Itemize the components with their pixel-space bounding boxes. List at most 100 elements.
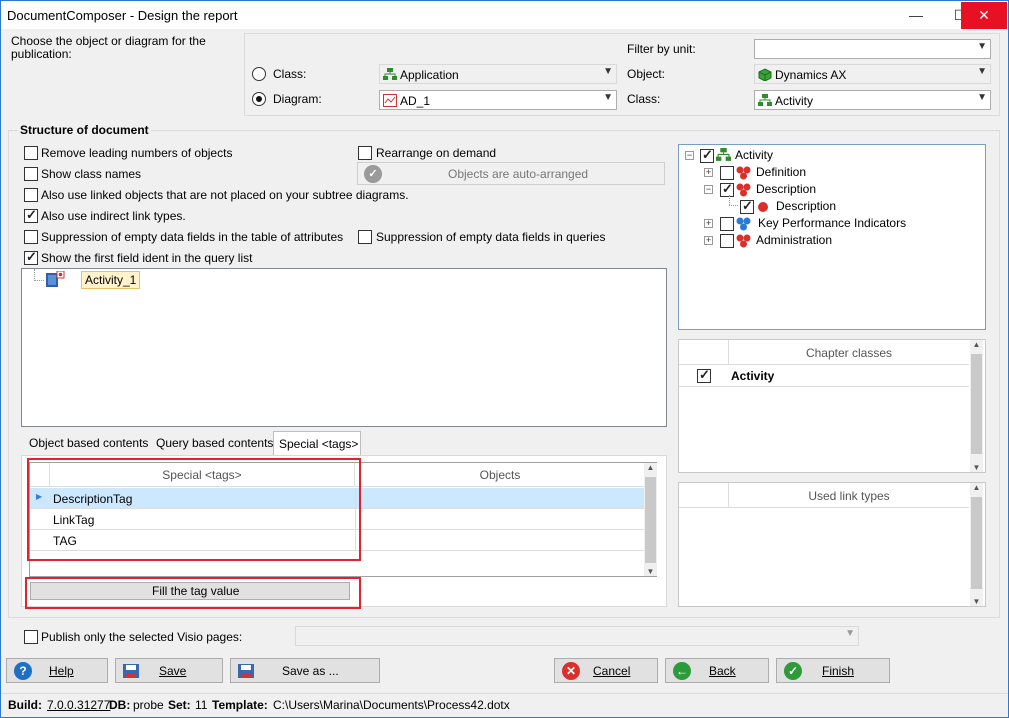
db-value: probe — [133, 698, 164, 712]
tree-node-label[interactable]: Activity — [735, 148, 773, 162]
suppress-queries-checkbox[interactable] — [358, 230, 372, 244]
option-show-class-names-checkbox[interactable] — [24, 167, 38, 181]
tab-object-based[interactable]: Object based contents — [29, 431, 148, 455]
expand-icon[interactable]: + — [704, 236, 713, 245]
class-radio-label: Class: — [273, 67, 307, 81]
class-tree-icon — [758, 94, 772, 106]
scroll-thumb[interactable] — [971, 354, 982, 454]
option-linked-objects-checkbox[interactable] — [24, 188, 38, 202]
highlight-box — [25, 577, 361, 609]
chevron-down-icon: ▼ — [977, 66, 987, 77]
template-label: Template: — [212, 698, 268, 712]
finish-button[interactable]: ✓ Finish — [776, 658, 890, 683]
back-button[interactable]: ← Back — [665, 658, 769, 683]
chapter-icon — [736, 166, 751, 180]
class2-combo[interactable]: Activity ▼ — [754, 90, 991, 110]
cancel-label: Cancel — [593, 664, 631, 678]
build-value[interactable]: 7.0.0.31277 — [47, 698, 110, 712]
chevron-down-icon: ▼ — [977, 41, 987, 52]
tree-checkbox[interactable] — [720, 166, 734, 180]
diagram-icon — [383, 94, 397, 107]
suppress-queries-label: Suppression of empty data fields in quer… — [376, 230, 606, 244]
header-used-link-types[interactable]: Used link types — [729, 483, 969, 508]
scroll-up-icon: ▲ — [646, 463, 655, 472]
auto-arranged-button[interactable]: ✓ Objects are auto-arranged — [357, 162, 665, 185]
document-icon — [46, 271, 65, 287]
option-label: Also use indirect link types. — [41, 209, 186, 223]
class-radio[interactable] — [252, 67, 266, 81]
tree-node-label[interactable]: Definition — [756, 165, 806, 179]
expand-icon[interactable]: + — [704, 168, 713, 177]
finish-label: Finish — [822, 664, 855, 678]
attribute-icon — [758, 202, 768, 212]
db-label: DB: — [109, 698, 131, 712]
scroll-down-icon: ▼ — [972, 597, 981, 606]
diagram-combo[interactable]: AD_1 ▼ — [379, 90, 617, 110]
tree-node-label[interactable]: Description — [776, 199, 836, 213]
tree-line — [729, 195, 730, 205]
tags-scrollbar[interactable]: ▲ ▼ — [644, 463, 657, 576]
save-as-button[interactable]: Save as ... — [230, 658, 380, 683]
cancel-button[interactable]: ✕ Cancel — [554, 658, 658, 683]
class-combo[interactable]: Application ▼ — [379, 64, 617, 84]
expand-icon[interactable]: + — [704, 219, 713, 228]
publish-selected-pages-checkbox[interactable] — [24, 630, 38, 644]
tree-checkbox[interactable] — [720, 217, 734, 231]
tree-checkbox[interactable] — [700, 147, 714, 163]
collapse-icon[interactable]: − — [685, 151, 694, 160]
object-combo[interactable]: Dynamics AX ▼ — [754, 64, 991, 84]
class-tree-icon — [716, 148, 731, 161]
tab-special-tags[interactable]: Special <tags> — [273, 431, 361, 455]
tree-checkbox[interactable] — [740, 198, 754, 214]
class-tree-icon — [383, 68, 397, 80]
tab-query-based[interactable]: Query based contents — [156, 431, 273, 455]
save-button[interactable]: Save — [115, 658, 223, 683]
chapter-class-checkbox[interactable] — [697, 367, 711, 383]
tree-checkbox[interactable] — [720, 234, 734, 248]
chevron-down-icon: ▼ — [603, 92, 613, 103]
scroll-thumb[interactable] — [971, 497, 982, 589]
option-first-field-ident-checkbox[interactable] — [24, 249, 38, 265]
filter-combo[interactable]: ▼ — [754, 39, 991, 59]
option-label: Show the first field ident in the query … — [41, 251, 253, 265]
object-label: Object: — [627, 67, 666, 81]
chapter-icon — [736, 183, 751, 197]
class2-value: Activity — [775, 94, 814, 108]
diagram-radio[interactable] — [252, 92, 266, 106]
chapter-scrollbar[interactable]: ▲ ▼ — [970, 340, 983, 472]
visio-pages-combo[interactable]: ▼ — [295, 626, 859, 646]
tree-node-activity-1[interactable]: Activity_1 — [81, 271, 141, 289]
save-icon — [123, 664, 139, 678]
tree-checkbox[interactable] — [720, 181, 734, 197]
table-row[interactable]: Activity — [679, 365, 969, 387]
header-objects[interactable]: Objects — [355, 463, 645, 487]
tree-node-label[interactable]: Administration — [756, 233, 832, 247]
header-chapter-classes[interactable]: Chapter classes — [729, 340, 969, 365]
build-label: Build: — [8, 698, 42, 712]
help-icon: ? — [14, 662, 32, 680]
close-button[interactable]: ✕ — [961, 2, 1007, 29]
chapter-classes-grid: Chapter classes Activity ▲ ▼ — [678, 339, 986, 473]
collapse-icon[interactable]: − — [704, 185, 713, 194]
tree-node-label[interactable]: Key Performance Indicators — [758, 216, 906, 230]
tab-strip: Object based contents Query based conten… — [21, 431, 667, 456]
set-value: 11 — [195, 698, 208, 712]
selection-prompt: Choose the object or diagram for the pub… — [11, 34, 206, 61]
chapter-icon — [736, 234, 751, 248]
help-button[interactable]: ? Help — [6, 658, 108, 683]
option-label: Remove leading numbers of objects — [41, 146, 233, 160]
save-as-label: Save as ... — [282, 664, 339, 678]
scroll-thumb[interactable] — [645, 477, 656, 563]
cube-icon — [758, 68, 772, 81]
scroll-down-icon: ▼ — [972, 463, 981, 472]
link-types-scrollbar[interactable]: ▲ ▼ — [970, 483, 983, 606]
save-as-icon — [238, 664, 254, 678]
class-value: Application — [400, 68, 459, 82]
option-suppress-attributes-checkbox[interactable] — [24, 230, 38, 244]
minimize-button[interactable]: — — [894, 2, 938, 29]
option-indirect-links-checkbox[interactable] — [24, 207, 38, 223]
option-remove-leading-numbers-checkbox[interactable] — [24, 146, 38, 160]
object-value: Dynamics AX — [775, 68, 847, 82]
tree-node-label[interactable]: Description — [756, 182, 816, 196]
rearrange-checkbox[interactable] — [358, 146, 372, 160]
